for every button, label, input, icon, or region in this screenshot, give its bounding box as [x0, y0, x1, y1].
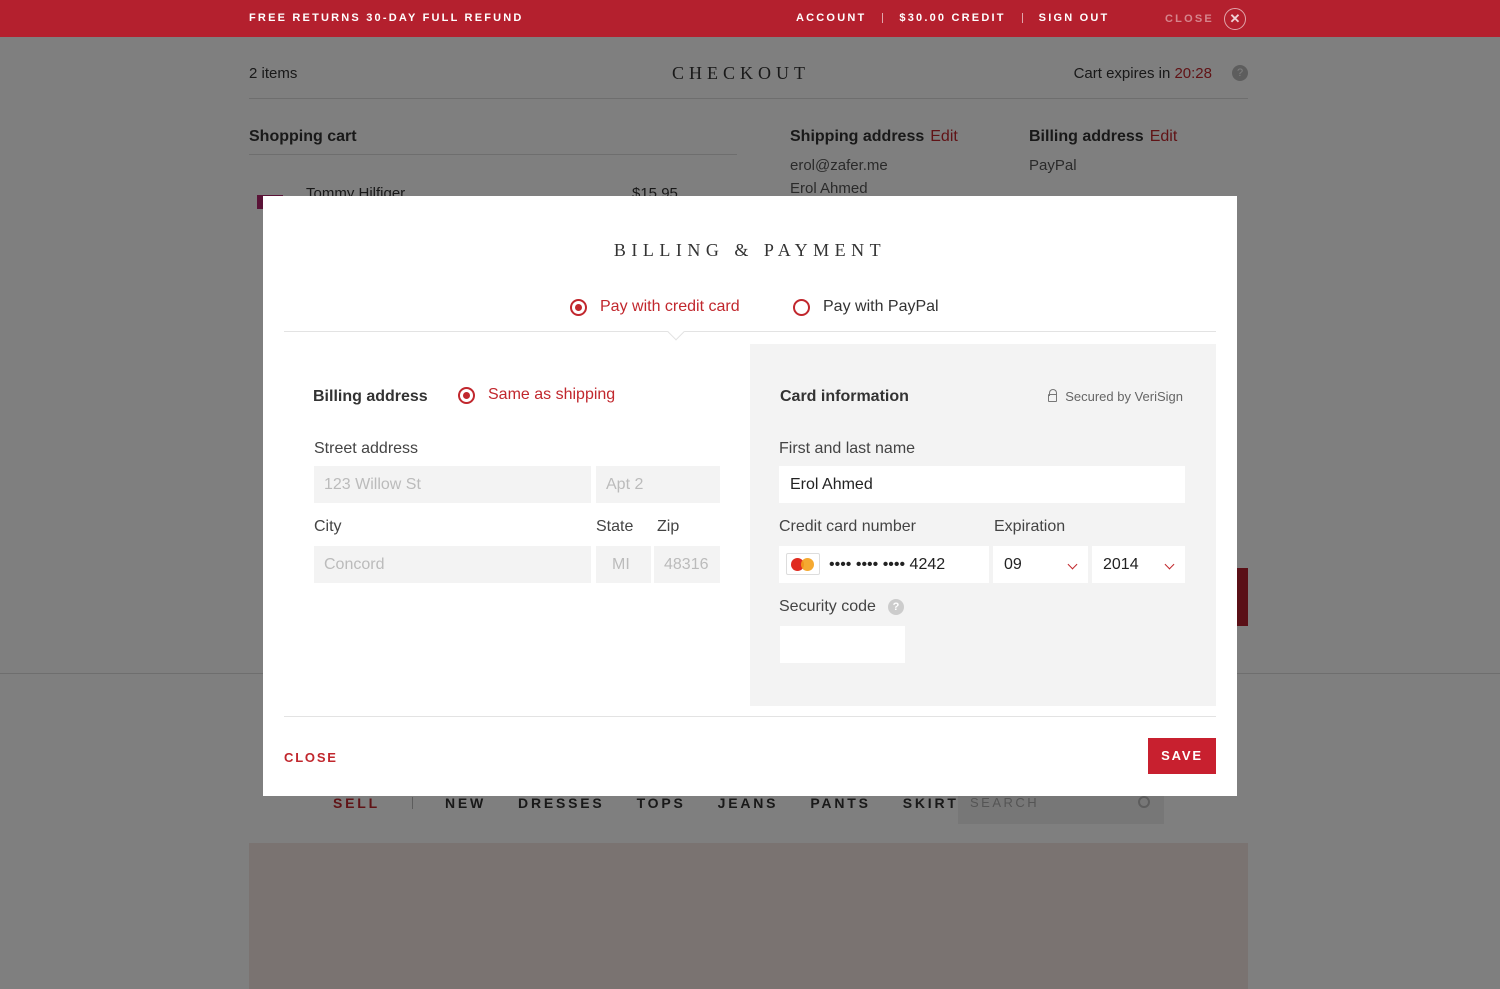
close-button[interactable]: CLOSE [284, 750, 338, 765]
divider [284, 331, 1216, 332]
card-information-panel: Card information Secured by VeriSign Fir… [750, 344, 1216, 706]
help-icon[interactable]: ? [887, 599, 904, 615]
pay-with-credit-card-option[interactable]: Pay with credit card [570, 298, 740, 316]
expiration-month-select[interactable]: 09 [993, 546, 1088, 583]
top-nav: ACCOUNT $30.00 CREDIT SIGN OUT [796, 12, 1109, 24]
radio-unselected-icon[interactable] [793, 298, 810, 316]
zip-label: Zip [657, 518, 680, 535]
top-close-button[interactable]: CLOSE ✕ [1165, 8, 1246, 30]
divider [284, 716, 1216, 717]
cardholder-name-field[interactable]: Erol Ahmed [779, 466, 1185, 503]
modal-title: BILLING & PAYMENT [613, 240, 887, 260]
divider [882, 13, 884, 23]
expiration-year-value: 2014 [1103, 556, 1139, 573]
card-number-value: •••• •••• •••• 4242 [829, 556, 946, 573]
top-bar: FREE RETURNS 30-DAY FULL REFUND ACCOUNT … [0, 0, 1500, 37]
save-button[interactable]: SAVE [1148, 738, 1216, 774]
apartment-field[interactable]: Apt 2 [596, 466, 720, 503]
street-address-label: Street address [314, 440, 419, 457]
account-link[interactable]: ACCOUNT [796, 12, 866, 24]
radio-selected-icon[interactable] [458, 386, 475, 404]
pay-paypal-label: Pay with PayPal [823, 298, 939, 315]
security-code-field[interactable] [780, 626, 905, 663]
street-address-field[interactable]: 123 Willow St [314, 466, 591, 503]
billing-address-heading: Billing address [313, 388, 428, 405]
close-icon[interactable]: ✕ [1223, 8, 1246, 30]
pay-credit-card-label: Pay with credit card [600, 298, 740, 315]
chevron-down-icon [1164, 559, 1175, 570]
card-number-field[interactable]: •••• •••• •••• 4242 [779, 546, 989, 583]
name-label: First and last name [779, 440, 916, 457]
city-field[interactable]: Concord [314, 546, 591, 583]
top-close-label: CLOSE [1165, 13, 1214, 25]
card-information-heading: Card information [780, 388, 909, 405]
divider [1021, 13, 1023, 23]
secured-label: Secured by VeriSign [1065, 389, 1183, 404]
same-as-shipping-label: Same as shipping [488, 386, 616, 403]
billing-payment-modal: BILLING & PAYMENT Pay with credit card P… [263, 196, 1237, 796]
payment-method-tabs: Pay with credit card Pay with PayPal [263, 296, 1237, 332]
state-label: State [596, 518, 634, 535]
zip-field[interactable]: 48316 [654, 546, 720, 583]
pay-with-paypal-option[interactable]: Pay with PayPal [793, 298, 939, 316]
lock-icon [1048, 389, 1058, 402]
same-as-shipping-option[interactable]: Same as shipping [458, 386, 615, 404]
sign-out-link[interactable]: SIGN OUT [1039, 12, 1110, 24]
security-code-row: Security code? [779, 598, 904, 616]
radio-selected-icon[interactable] [570, 298, 587, 316]
secured-badge: Secured by VeriSign [1048, 389, 1183, 404]
expiration-year-select[interactable]: 2014 [1092, 546, 1185, 583]
card-number-label: Credit card number [779, 518, 916, 535]
state-field[interactable]: MI [596, 546, 651, 583]
expiration-month-value: 09 [1004, 556, 1022, 573]
city-label: City [314, 518, 342, 535]
expiration-label: Expiration [994, 518, 1066, 535]
credit-link[interactable]: $30.00 CREDIT [899, 12, 1005, 24]
promo-text: FREE RETURNS 30-DAY FULL REFUND [249, 12, 524, 24]
mastercard-icon [786, 552, 820, 575]
security-code-label: Security code [779, 598, 876, 615]
chevron-down-icon [1067, 559, 1078, 570]
